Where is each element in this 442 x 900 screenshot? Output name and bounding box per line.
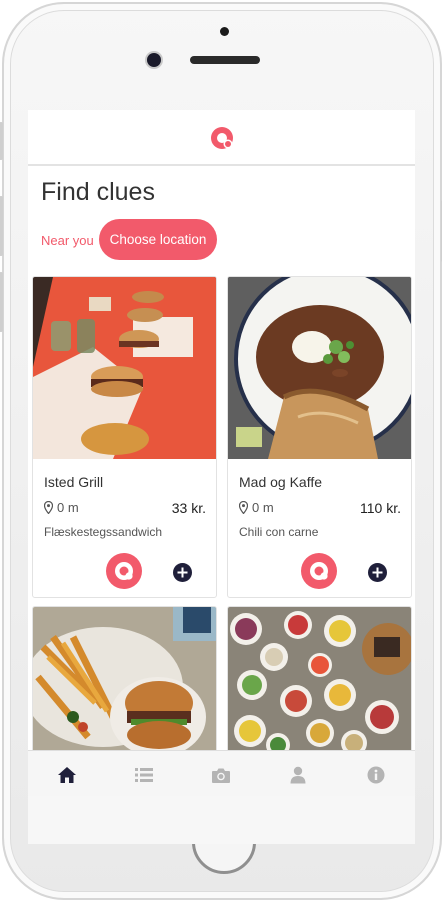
clue-card[interactable]: Isted Grill 0 m 33 kr. Flæskestegssandwi… (32, 276, 217, 598)
app-screen: Find clues Near you Choose location Iste… (28, 110, 415, 796)
near-you-link[interactable]: Near you (41, 233, 94, 248)
map-pin-icon (239, 501, 248, 514)
side-button (0, 122, 3, 160)
food-photo-burgers (33, 277, 216, 459)
map-pin-icon (44, 501, 53, 514)
add-button[interactable] (368, 563, 387, 582)
front-camera (147, 53, 161, 67)
user-icon[interactable] (288, 766, 308, 784)
info-icon[interactable] (366, 766, 386, 784)
distance: 0 m (44, 500, 79, 515)
dish-name: Chili con carne (239, 525, 319, 539)
price: 33 kr. (171, 500, 206, 516)
find-clue-button[interactable] (106, 553, 142, 589)
plus-icon (177, 567, 188, 578)
home-icon[interactable] (57, 766, 77, 784)
proximity-sensor (220, 27, 229, 36)
q-logo-icon (310, 562, 328, 580)
distance-value: 0 m (57, 500, 79, 515)
side-button (0, 272, 3, 332)
price: 110 kr. (360, 500, 401, 516)
clue-card[interactable]: Mad og Kaffe 0 m 110 kr. Chili con carne (227, 276, 412, 598)
camera-icon[interactable] (211, 766, 231, 784)
place-name: Isted Grill (44, 474, 104, 490)
choose-location-button[interactable]: Choose location (99, 219, 217, 260)
bottom-nav (28, 750, 415, 796)
food-photo-chili (228, 277, 411, 459)
q-logo-icon (115, 562, 133, 580)
find-clue-button[interactable] (301, 553, 337, 589)
page-title: Find clues (41, 178, 155, 206)
app-header (28, 110, 415, 166)
add-button[interactable] (173, 563, 192, 582)
plus-icon (372, 567, 383, 578)
screen-bottom-bezel (28, 796, 415, 844)
dish-name: Flæskestegssandwich (44, 525, 163, 539)
q-logo-icon[interactable] (208, 124, 236, 152)
distance-value: 0 m (252, 500, 274, 515)
side-button (0, 196, 3, 256)
list-icon[interactable] (134, 766, 154, 784)
earpiece-speaker (190, 56, 260, 64)
place-name: Mad og Kaffe (239, 474, 323, 490)
distance: 0 m (239, 500, 274, 515)
